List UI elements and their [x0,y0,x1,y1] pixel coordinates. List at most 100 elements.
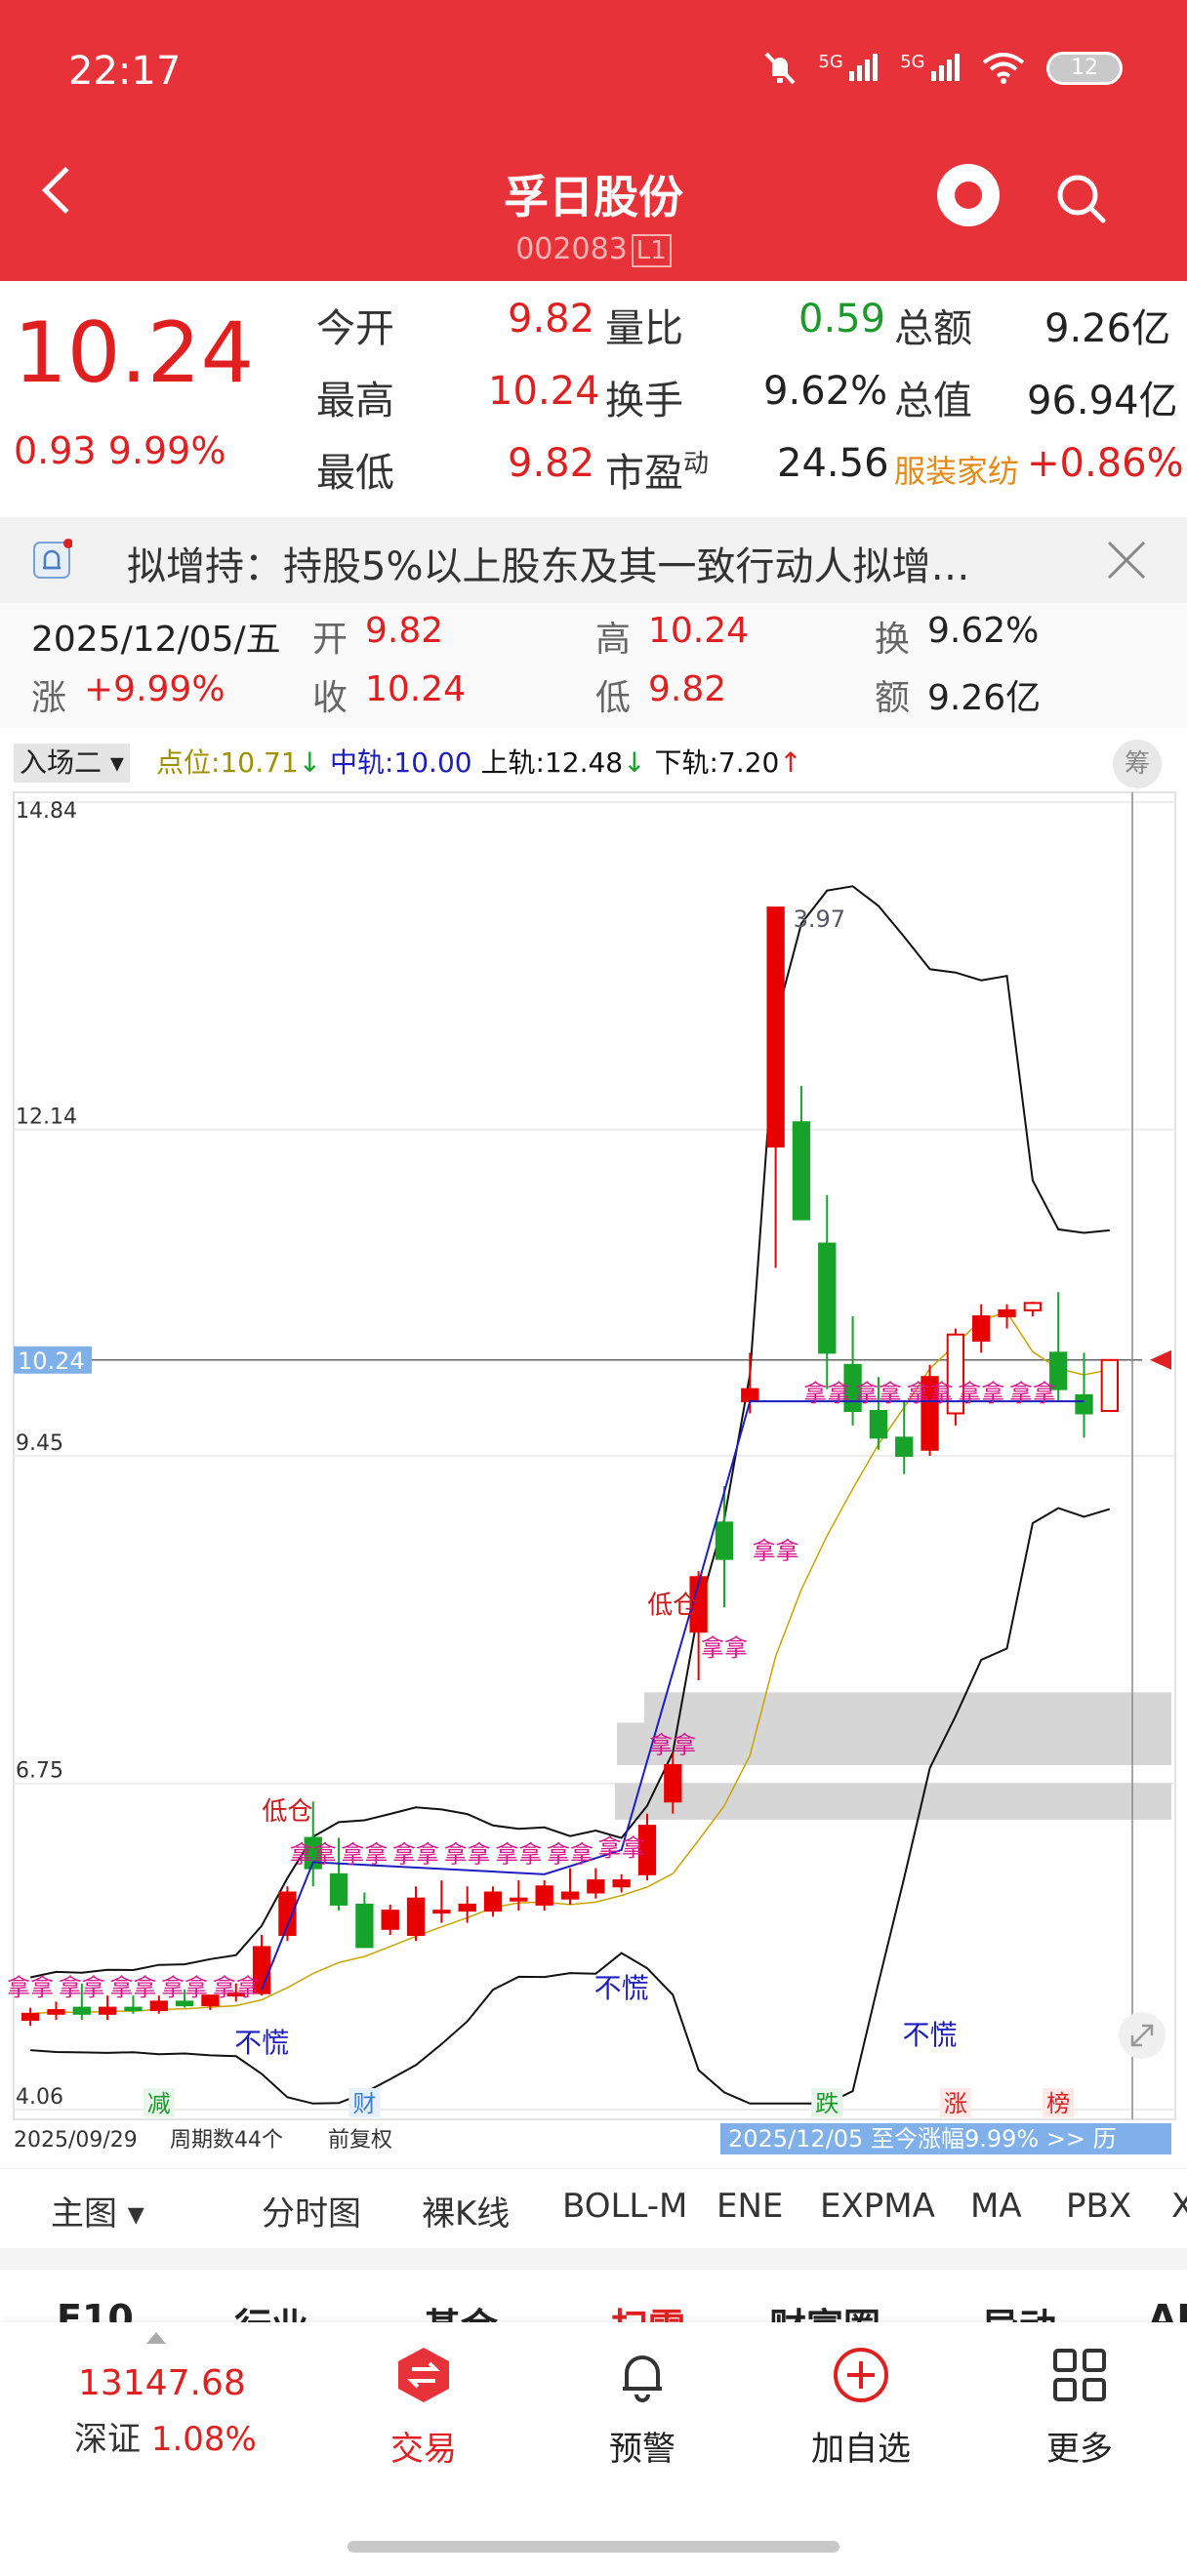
chart-tabs: 主图 ▾ 分时图 裸K线 BOLL-M ENE EXPMA MA PBX X [0,2168,1187,2248]
support-zone [644,1692,1171,1711]
signal-label: 拿拿 [495,1840,542,1868]
caret-up-icon [146,2332,166,2344]
candle-body [998,1308,1016,1318]
signal-label: 拿拿 [59,1974,105,2001]
func-f10[interactable]: F10 [57,2297,134,2324]
signal-label: 拿拿 [701,1634,748,1662]
tab-boll[interactable]: BOLL-M [562,2187,687,2226]
tab-ene[interactable]: ENE [716,2187,783,2226]
nav-alert-label: 预警 [609,2430,675,2469]
tab-timeshare[interactable]: 分时图 [262,2187,361,2234]
function-row: F10 行业 基金 扫雷 财富圈 异动 AI [0,2270,1187,2324]
nav-alert[interactable]: 预警 [574,2346,711,2470]
no-panic-label: 不慌 [594,1972,649,2004]
y-tick-label: 4.06 [16,2085,63,2110]
nav-add-watch[interactable]: 加自选 [793,2346,929,2470]
candle-body [149,2000,168,2012]
candle-body [792,1121,811,1221]
no-panic-label: 不慌 [903,2019,958,2051]
header-bar: 22:17 5G 5G 12 孚日股份 002083 L1 [0,0,1187,281]
sector-name[interactable]: 服装家纺 [894,447,1019,492]
candle-body [175,2000,194,2007]
candle-body [432,1910,451,1914]
func-wealth[interactable]: 财富圈 [769,2297,880,2324]
y-tick-label: 6.75 [16,1759,63,1784]
func-fund[interactable]: 基金 [424,2297,498,2324]
close-icon[interactable] [1105,539,1148,582]
event-badge-label: 财 [352,2090,376,2117]
signal-label: 拿拿 [753,1538,799,1565]
bell-icon [33,539,72,579]
amount-value: 9.26亿 [1044,306,1171,351]
func-movement[interactable]: 异动 [982,2297,1056,2324]
kline-chart[interactable]: 14.8412.149.456.754.0610.24拿拿 拿拿 拿拿 拿拿 拿拿拿拿拿… [0,728,1187,2162]
candle-body [355,1903,374,1949]
bell-icon [623,2355,662,2402]
volume-ratio-value: 0.59 [798,297,886,342]
day-high-label: 高 [595,620,632,660]
notice-banner[interactable]: 拟增持：持股5%以上股东及其一致行动人拟增… [0,517,1187,603]
candle-body [972,1315,991,1342]
nav-trade-label: 交易 [390,2430,457,2469]
tab-main[interactable]: 主图 ▾ [51,2187,144,2234]
candle-body [98,2006,117,2015]
tab-more[interactable]: X [1171,2187,1187,2226]
day-low-value: 9.82 [648,669,727,709]
period-label: 周期数44个 [170,2128,283,2153]
nav-trade[interactable]: 交易 [355,2346,492,2470]
candle-body [818,1242,837,1354]
divider [0,2248,1187,2270]
grid-icon [1053,2349,1106,2401]
page-title: 孚日股份 [504,171,683,223]
index-name[interactable]: 深证 1.08% [74,2412,257,2460]
chip-distribution-button[interactable]: 筹 [1113,740,1162,788]
tab-pbx[interactable]: PBX [1066,2187,1131,2226]
signal-label: 拿拿 [444,1840,491,1868]
candle-body [895,1436,914,1458]
amount-label: 总额 [894,306,972,351]
pe-label: 市盈动 [605,449,710,496]
func-industry[interactable]: 行业 [234,2297,308,2324]
tab-expma[interactable]: EXPMA [820,2187,935,2226]
signal-label: 拿拿 [341,1840,388,1868]
candle-body [664,1763,682,1803]
day-turnover-label: 换 [875,620,911,660]
notice-text: 拟增持：持股5%以上股东及其一致行动人拟增… [127,544,970,589]
day-change-value: +9.99% [84,669,225,709]
signal-icon: 5G [900,52,961,86]
func-ai[interactable]: AI [1148,2297,1187,2324]
y-tick-label: 9.45 [16,1431,63,1456]
add-icon [834,2348,888,2402]
status-icons: 5G 5G 12 [763,51,1123,86]
nav-more[interactable]: 更多 [1011,2346,1148,2470]
peak-label: 3.97 [794,906,845,933]
candle-body [1100,1358,1119,1413]
market-cap-value: 96.94亿 [1027,379,1178,423]
candle-body [72,2006,91,2015]
search-icon[interactable] [1054,172,1107,224]
last-price: 10.24 [14,304,255,402]
support-zone [617,1722,1171,1765]
day-change-label: 涨 [31,678,67,718]
current-price-marker [1150,1349,1171,1370]
chevron-down-icon: ▾ [109,746,124,779]
index-value[interactable]: 13147.68 [78,2363,246,2403]
tab-naked-k[interactable]: 裸K线 [422,2187,510,2234]
high-label: 最高 [316,379,394,423]
indicator-select[interactable]: 入场二 ▾ [14,744,130,783]
tab-ma[interactable]: MA [970,2187,1022,2226]
support-zone [644,1711,1171,1723]
status-time: 22:17 [68,49,182,94]
pe-value: 24.56 [777,441,889,486]
func-minesweep[interactable]: 扫雷 [611,2297,685,2324]
candle-body [124,2006,143,2012]
signal-label: 拿拿 [547,1840,594,1868]
open-value: 9.82 [508,297,595,342]
candle-body [869,1410,888,1439]
middle-band-line [30,1310,1110,2015]
range-text: 2025/12/05 至今涨幅9.99% >> 历 [728,2125,1117,2153]
x-start-label: 2025/09/29 [14,2128,138,2153]
no-panic-label: 不慌 [234,2027,289,2059]
mascot-icon[interactable] [937,164,1000,226]
candle-body [715,1521,734,1560]
